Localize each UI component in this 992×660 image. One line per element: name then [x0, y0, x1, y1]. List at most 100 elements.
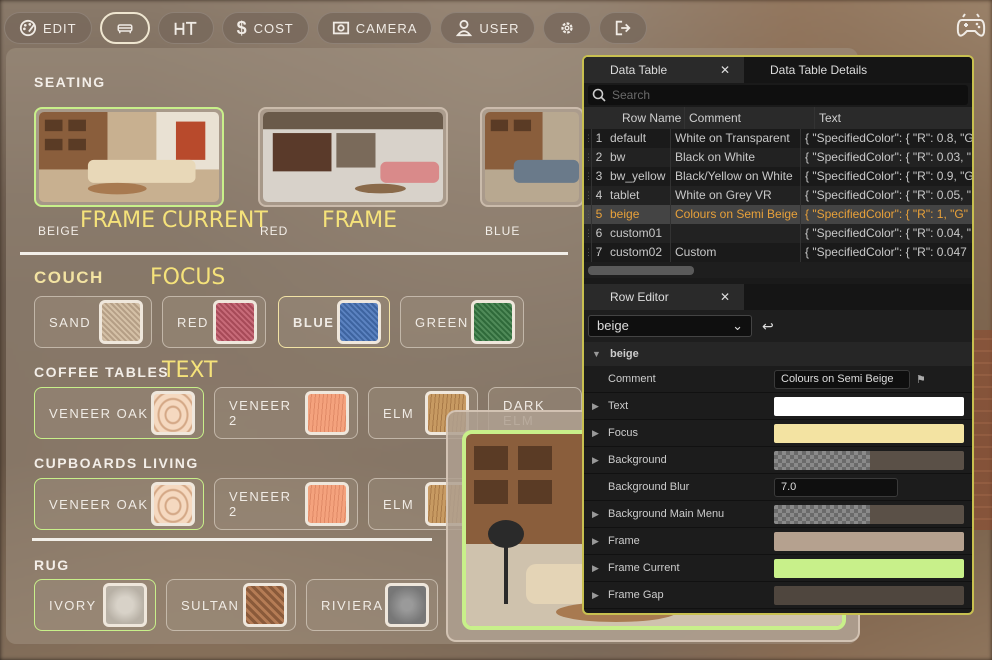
rug-option-ivory[interactable]: IVORY [34, 579, 156, 631]
coffee-table-option-veneer-oak[interactable]: VENEER OAK [34, 387, 204, 439]
property-label: Text [608, 400, 629, 412]
triangle-down-icon: ▼ [592, 349, 601, 359]
couch-option-sand[interactable]: SAND [34, 296, 152, 348]
search-input[interactable]: Search [588, 85, 968, 105]
column-row-name[interactable]: Row Name [606, 107, 684, 129]
exit-button[interactable] [598, 12, 647, 44]
text-cell: { "SpecifiedColor": { "R": 0.03, " [800, 148, 972, 167]
rug-option-sultan[interactable]: SULTAN [166, 579, 296, 631]
option-label: SULTAN [181, 597, 240, 613]
expand-triangle-icon[interactable]: ▶ [592, 536, 602, 547]
couch-title: COUCH [34, 268, 104, 287]
color-picker[interactable] [774, 450, 964, 470]
property-row: ▶ Focus [584, 420, 972, 447]
row-select[interactable]: beige ⌄ [588, 315, 752, 337]
property-value [774, 396, 972, 416]
number-field[interactable]: 7.0 [774, 477, 898, 497]
text-cell: { "SpecifiedColor": { "R": 0.04, " [800, 224, 972, 243]
fabric-swatch [471, 300, 515, 344]
cupboard-option-veneer-2[interactable]: VENEER 2 [214, 478, 358, 530]
property-row: Background Blur 7.0 [584, 474, 972, 501]
comment-field[interactable]: Colours on Semi Beige [774, 369, 910, 389]
reset-arrow-icon[interactable]: ↩ [762, 318, 774, 335]
expand-triangle-icon[interactable]: ▶ [592, 401, 602, 412]
option-label: VENEER 2 [229, 398, 292, 428]
top-toolbar: EDIT $ COST CAMERA USER [4, 12, 647, 44]
tab-row-editor[interactable]: Row Editor ✕ [584, 284, 744, 310]
height-button[interactable] [157, 12, 214, 44]
table-row[interactable]: ⋮⋮ 1 default White on Transparent{ "Specifi… [584, 129, 972, 148]
text-cell: { "SpecifiedColor": { "R": 0.05, " [800, 186, 972, 205]
dollar-icon: $ [236, 17, 248, 38]
close-icon[interactable]: ✕ [720, 284, 730, 310]
seating-tile-beige[interactable] [34, 107, 224, 207]
flag-icon[interactable]: ⚑ [916, 373, 926, 386]
close-icon[interactable]: ✕ [720, 57, 730, 83]
chevron-down-icon: ⌄ [732, 318, 743, 333]
horizontal-scrollbar[interactable] [584, 262, 972, 278]
drag-handle: ⋮⋮ [584, 243, 602, 262]
table-row[interactable]: ⋮⋮ 5 beige Colours on Semi Beige{ "Specifie… [584, 205, 972, 224]
option-label: ELM [383, 405, 415, 421]
edit-button[interactable]: EDIT [4, 12, 92, 44]
tab-data-table-details[interactable]: Data Table Details [744, 57, 893, 83]
search-placeholder: Search [612, 88, 651, 102]
table-row[interactable]: ⋮⋮ 3 bw_yellow Black/Yellow on White{ "Spec… [584, 167, 972, 186]
user-icon [456, 19, 473, 37]
annotation-focus: FOCUS [150, 265, 226, 290]
couch-option-green[interactable]: GREEN [400, 296, 524, 348]
seating-label-beige: BEIGE [38, 224, 80, 238]
expand-triangle-icon[interactable]: ▶ [592, 590, 602, 601]
cost-button[interactable]: $ COST [221, 12, 309, 44]
camera-button[interactable]: CAMERA [316, 12, 433, 44]
gamepad-icon[interactable] [956, 12, 986, 40]
table-row[interactable]: ⋮⋮ 7 custom02 Custom{ "SpecifiedColor": { "… [584, 243, 972, 262]
color-picker[interactable] [774, 585, 964, 605]
couch-option-red[interactable]: RED [162, 296, 266, 348]
tab-data-table[interactable]: Data Table ✕ [584, 57, 744, 83]
table-row[interactable]: ⋮⋮ 2 bw Black on White{ "SpecifiedColor": {… [584, 148, 972, 167]
data-table-window: Data Table ✕ Data Table Details Search R… [582, 55, 974, 615]
cupboard-option-veneer-oak[interactable]: VENEER OAK [34, 478, 204, 530]
user-button[interactable]: USER [440, 12, 535, 44]
property-list: Comment Colours on Semi Beige ⚑ ▶ Text ▶ Focus… [584, 366, 972, 609]
color-picker[interactable] [774, 396, 964, 416]
settings-button[interactable] [542, 12, 591, 44]
property-name: ▶ Background Main Menu [584, 508, 774, 520]
expand-triangle-icon[interactable]: ▶ [592, 563, 602, 574]
property-row: ▶ Text [584, 393, 972, 420]
drag-handle: ⋮⋮ [584, 167, 602, 186]
expand-triangle-icon[interactable]: ▶ [592, 509, 602, 520]
row-name-cell: default [610, 131, 647, 145]
coffee-table-option-veneer-2[interactable]: VENEER 2 [214, 387, 358, 439]
furniture-button[interactable] [99, 12, 150, 44]
expand-triangle-icon[interactable]: ▶ [592, 428, 602, 439]
table-row[interactable]: ⋮⋮ 6 custom01 { "SpecifiedColor": { "R": 0.… [584, 224, 972, 243]
column-comment[interactable]: Comment [684, 107, 814, 129]
property-row: ▶ Frame [584, 528, 972, 555]
color-picker[interactable] [774, 423, 964, 443]
coffee-tables-title: COFFEE TABLES [34, 364, 170, 380]
rug-swatch [243, 583, 287, 627]
row-name-cell: tablet [610, 188, 640, 202]
text-cell: { "SpecifiedColor": { "R": 0.8, "G" [800, 129, 972, 148]
option-label: VENEER OAK [49, 405, 149, 421]
rug-option-riviera[interactable]: RIVIERA [306, 579, 438, 631]
scrollbar-thumb[interactable] [588, 266, 694, 275]
expand-triangle-icon[interactable]: ▶ [592, 455, 602, 466]
table-row[interactable]: ⋮⋮ 4 tablet White on Grey VR{ "SpecifiedCol… [584, 186, 972, 205]
couch-option-blue[interactable]: BLUE [278, 296, 390, 348]
table-body: ⋮⋮ 1 default White on Transparent{ "Specifi… [584, 129, 972, 262]
room-thumbnail [39, 112, 219, 202]
color-picker[interactable] [774, 558, 964, 578]
color-picker[interactable] [774, 504, 964, 524]
property-value [774, 558, 972, 578]
seating-tile-red[interactable] [258, 107, 448, 207]
option-label: IVORY [49, 597, 97, 613]
color-picker[interactable] [774, 531, 964, 551]
comment-cell: White on Transparent [670, 129, 800, 148]
column-text[interactable]: Text [814, 107, 972, 129]
row-number: 1 [595, 131, 603, 145]
property-category[interactable]: ▼ beige [584, 342, 972, 366]
seating-tile-blue[interactable] [480, 107, 584, 207]
